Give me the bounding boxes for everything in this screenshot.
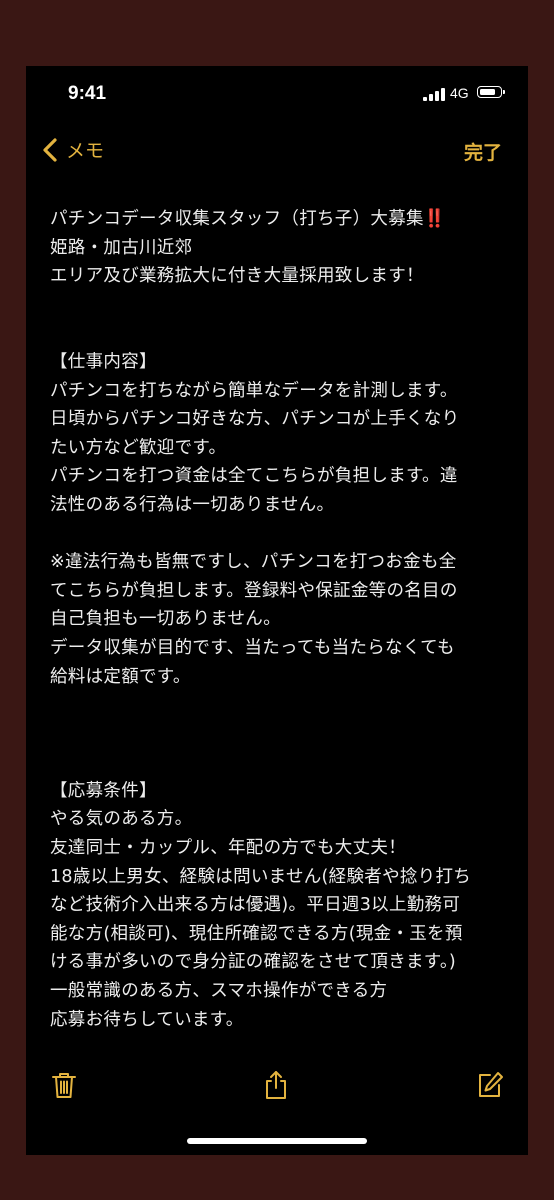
note-line: 能な方(相談可)、現住所確認できる方(現金・玉を預	[50, 923, 463, 944]
note-line: など技術介入出来る方は優遇)。平日週3以上勤務可	[50, 895, 461, 916]
note-line: たい方など歓迎です。	[50, 437, 227, 458]
device-frame: 9:41 4G メモ 完了 パチンコデータ収集スタッフ（打ち子）大募集‼️ 姫路・…	[0, 0, 554, 1200]
note-line: 友達同士・カップル、年配の方でも大丈夫！	[50, 838, 406, 859]
note-line: 応募お待ちしています。	[50, 1009, 244, 1030]
navigation-bar: メモ 完了	[26, 132, 528, 172]
bottom-toolbar	[26, 1064, 528, 1108]
back-label: メモ	[66, 140, 105, 162]
note-line: パチンコを打つ資金は全てこちらが負担します。違	[50, 466, 458, 487]
note-line: 18歳以上男女、経験は問いません(経験者や捻り打ち	[50, 866, 472, 887]
status-time: 9:41	[68, 83, 107, 104]
note-line: 【仕事内容】	[50, 351, 157, 372]
note-line: パチンコを打ちながら簡単なデータを計測します。	[50, 380, 458, 401]
note-line: てこちらが負担します。登録料や保証金等の名目の	[50, 580, 458, 601]
note-line	[50, 691, 510, 720]
note-line	[50, 748, 510, 777]
share-icon[interactable]	[262, 1070, 290, 1100]
back-button[interactable]: メモ	[40, 136, 104, 163]
note-line: ※違法行為も皆無ですし、パチンコを打つお金も全	[50, 552, 457, 573]
note-line: データ収集が目的です、当たっても当たらなくても	[50, 637, 455, 658]
battery-icon	[477, 86, 505, 98]
note-line: 日頃からパチンコ好きな方、パチンコが上手くなり	[50, 409, 460, 430]
note-line: 法性のある行為は一切ありません。	[50, 494, 335, 515]
battery-level	[479, 88, 495, 95]
note-line: 給料は定額です。	[50, 666, 191, 687]
cellular-signal-icon	[423, 87, 445, 101]
note-line	[50, 520, 510, 549]
done-button[interactable]: 完了	[464, 138, 502, 165]
note-line	[50, 720, 510, 749]
chevron-left-icon	[43, 137, 57, 162]
note-body[interactable]: パチンコデータ収集スタッフ（打ち子）大募集‼️ 姫路・加古川近郊エリア及び業務拡大…	[50, 205, 510, 1034]
network-type: 4G	[450, 85, 469, 101]
status-bar: 9:41 4G	[26, 66, 528, 122]
note-line	[50, 319, 510, 348]
note-line: 自己負担も一切ありません。	[50, 609, 281, 630]
phone-screen: 9:41 4G メモ 完了 パチンコデータ収集スタッフ（打ち子）大募集‼️ 姫路・…	[26, 66, 528, 1155]
compose-icon[interactable]	[476, 1070, 504, 1100]
note-line	[50, 291, 510, 320]
note-line: エリア及び業務拡大に付き大量採用致します！	[50, 266, 424, 287]
home-indicator[interactable]	[187, 1138, 367, 1144]
note-line: パチンコデータ収集スタッフ（打ち子）大募集‼️	[50, 209, 446, 229]
note-line: 【応募条件】	[50, 780, 157, 801]
note-line: やる気のある方。	[50, 809, 193, 830]
note-line: ける事が多いので身分証の確認をさせて頂きます。)	[50, 952, 457, 973]
trash-icon[interactable]	[50, 1070, 78, 1100]
note-line: 姫路・加古川近郊	[50, 237, 193, 258]
note-line: 一般常識のある方、スマホ操作ができる方	[50, 981, 388, 1002]
